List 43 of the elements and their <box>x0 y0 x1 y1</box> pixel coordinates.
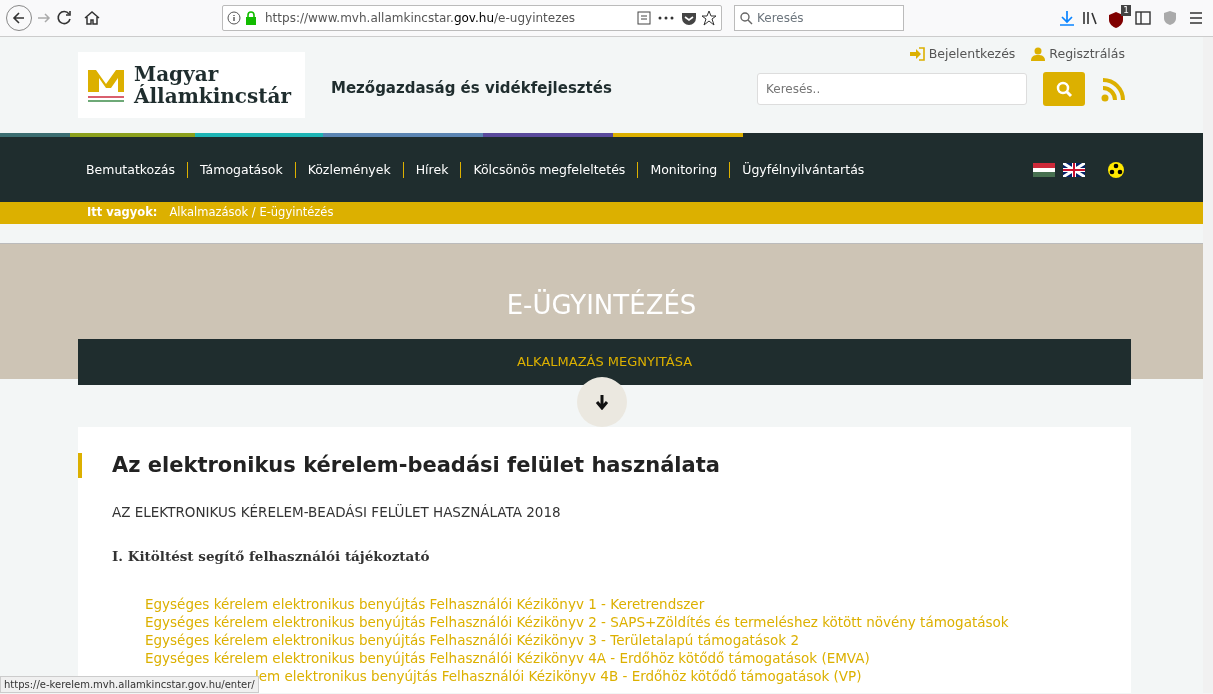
scroll-down-button[interactable] <box>576 377 627 427</box>
login-link[interactable]: Bejelentkezés <box>908 45 1016 64</box>
search-placeholder: Keresés <box>757 10 804 27</box>
user-icon <box>1031 47 1046 62</box>
scrollbar[interactable] <box>1203 37 1213 693</box>
search-field[interactable]: Keresés.. <box>757 72 1027 105</box>
padlock-icon <box>245 11 257 25</box>
section-heading: I. Kitöltést segítő felhasználói tájékoztató <box>111 547 431 567</box>
search-icon <box>1055 79 1073 98</box>
reader-view-icon[interactable] <box>637 11 651 25</box>
address-bar[interactable]: https://www.mvh.allamkincstar.gov.hu/e-ugyintezes <box>222 5 722 31</box>
nav-link[interactable]: Támogatások <box>187 161 295 178</box>
breadcrumb-path: Alkalmazások / E-ügyintézés <box>169 204 334 222</box>
url-text: https://www.mvh.allamkincstar.gov.hu/e-ugyintezes <box>265 10 577 27</box>
nav-link[interactable]: Hírek <box>402 161 461 178</box>
logo-text: Államkincstár <box>134 85 291 107</box>
logo-text: Magyar <box>134 63 219 85</box>
accessibility-icon[interactable] <box>1107 160 1125 179</box>
breadcrumb-label: Itt vagyok: <box>87 204 158 222</box>
star-icon[interactable] <box>701 10 717 26</box>
status-url-tooltip: https://e-kerelem.mvh.allamkincstar.gov.hu/enter/ <box>0 676 259 693</box>
uk-flag-icon[interactable] <box>1063 162 1085 177</box>
nav-link[interactable]: Monitoring <box>637 161 730 178</box>
register-link[interactable]: Regisztrálás <box>1031 45 1125 64</box>
hungarian-flag-icon[interactable] <box>1033 162 1055 177</box>
banner-title: E-ÜGYINTÉZÉS <box>505 288 698 322</box>
subtitle: AZ ELEKTRONIKUS KÉRELEM-BEADÁSI FELÜLET HASZNÁLATA 2018 <box>111 503 562 523</box>
browser-search-field[interactable]: Keresés <box>734 5 904 31</box>
extension-badge: 1 <box>1121 5 1131 17</box>
nav-link[interactable]: Közlemények <box>294 161 403 178</box>
nav-link[interactable]: Bemutatkozás <box>86 161 187 178</box>
page-heading: Az elektronikus kérelem-beadási felület használata <box>78 453 1131 479</box>
back-arrow-icon <box>12 11 26 25</box>
pocket-icon[interactable] <box>681 11 697 25</box>
sign-in-icon <box>908 47 925 62</box>
site-tagline: Mezőgazdaság és vidékfejlesztés <box>331 78 612 99</box>
open-application-button[interactable]: ALKALMAZÁS MEGNYITÁSA <box>78 339 1131 385</box>
info-icon <box>227 11 241 25</box>
nav-link[interactable]: Kölcsönös megfeleltetés <box>460 161 638 178</box>
search-icon <box>739 11 753 25</box>
nav-link[interactable]: Ügyfélnyilvántartás <box>729 161 877 178</box>
logo[interactable]: Magyar Államkincstár <box>78 52 305 118</box>
down-arrow-icon <box>594 394 609 410</box>
